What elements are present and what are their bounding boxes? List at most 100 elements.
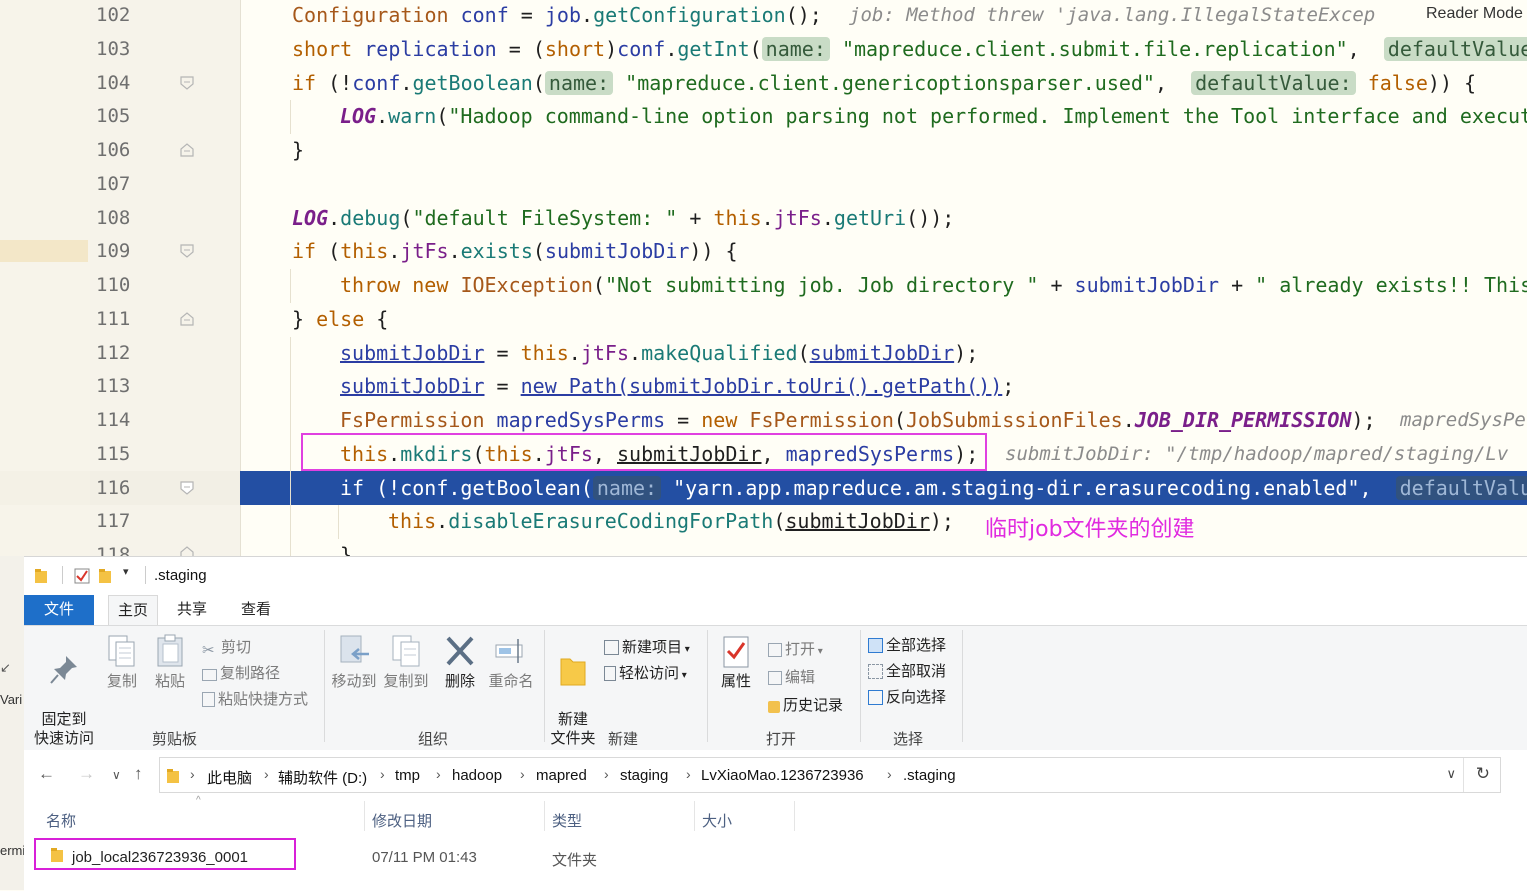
up-arrow-icon[interactable]: ↑ — [134, 764, 143, 784]
column-header-name[interactable]: 名称 — [46, 810, 76, 831]
line-number: 118 — [96, 544, 131, 556]
fold-collapse-icon[interactable] — [180, 244, 194, 258]
code-token: FsPermission — [749, 408, 894, 432]
delete-x-icon — [446, 636, 474, 666]
quick-access-dropdown-icon[interactable]: ▾ — [123, 565, 129, 578]
new-item-button[interactable]: 新建项目 ▾ — [604, 636, 690, 657]
code-line-114[interactable]: FsPermission mapredSysPerms = new FsPerm… — [340, 403, 1376, 437]
copy-button[interactable]: 复制 — [102, 634, 142, 691]
paste-button[interactable]: 粘贴 — [150, 634, 190, 691]
code-line-118[interactable]: } — [340, 538, 352, 556]
address-dropdown-chevron-icon[interactable]: ∨ — [1446, 766, 1456, 782]
select-all-button[interactable]: 全部选择 — [868, 634, 946, 655]
code-token: . — [568, 341, 581, 365]
chevron-right-icon: › — [264, 766, 269, 782]
file-name[interactable]: job_local236723936_0001 — [72, 849, 248, 866]
cut-button[interactable]: ✂ 剪切 — [202, 636, 251, 659]
tab-view[interactable]: 查看 — [236, 595, 276, 625]
inline-debug-value: job: Method threw 'java.lang.IllegalStat… — [849, 4, 1376, 26]
breadcrumb-staging[interactable]: staging — [620, 767, 668, 784]
edit-icon — [768, 671, 782, 685]
folder-icon — [35, 569, 47, 583]
invert-selection-button[interactable]: 反向选择 — [868, 686, 946, 707]
code-token: this — [520, 341, 569, 365]
fold-end-icon[interactable] — [180, 546, 194, 556]
chevron-right-icon: › — [887, 766, 892, 782]
breadcrumb-user-dir[interactable]: LvXiaoMao.1236723936 — [701, 767, 864, 784]
copy-to-button[interactable]: 复制到 — [382, 634, 430, 691]
breadcrumb-mapred[interactable]: mapred — [536, 767, 587, 784]
properties-icon — [723, 636, 749, 668]
tab-home[interactable]: 主页 — [108, 595, 158, 625]
param-hint: name: — [592, 476, 662, 500]
code-line-105[interactable]: LOG.warn("Hadoop command-line option par… — [340, 99, 1527, 133]
properties-check-icon[interactable] — [74, 568, 90, 584]
new-folder-button[interactable]: 新建 文件夹 — [548, 634, 598, 748]
code-line-113[interactable]: submitJobDir = new Path(submitJobDir.toU… — [340, 369, 1014, 403]
code-line-111[interactable]: } else { — [292, 302, 388, 336]
back-arrow-icon[interactable]: ← — [38, 764, 55, 784]
edit-button[interactable]: 编辑 — [768, 666, 815, 687]
new-folder-icon[interactable] — [98, 568, 112, 584]
code-line-110[interactable]: throw new IOException("Not submitting jo… — [340, 268, 1527, 302]
title-bar[interactable]: ▾ .staging — [24, 557, 1527, 595]
current-line-left-strip — [0, 471, 90, 505]
tab-file[interactable]: 文件 — [24, 595, 94, 625]
breadcrumb-tmp[interactable]: tmp — [395, 767, 420, 784]
code-line-106[interactable]: } — [292, 133, 304, 167]
code-token: , — [1347, 37, 1384, 61]
tab-share[interactable]: 共享 — [172, 595, 212, 625]
code-line-116[interactable]: if (!conf.getBoolean(name: "yarn.app.map… — [340, 471, 1527, 505]
code-line-104[interactable]: if (!conf.getBoolean(name: "mapreduce.cl… — [292, 66, 1476, 100]
select-none-label: 全部取消 — [886, 663, 947, 680]
pin-quick-access-button[interactable]: 固定到 快速访问 — [32, 634, 96, 748]
code-token: = ( — [496, 37, 545, 61]
panel-label: ermi — [0, 843, 24, 858]
properties-button[interactable]: 属性 — [714, 634, 758, 691]
history-button[interactable]: 历史记录 — [768, 694, 843, 715]
code-line-112[interactable]: submitJobDir = this.jtFs.makeQualified(s… — [340, 336, 978, 370]
code-line-102[interactable]: Configuration conf = job.getConfiguratio… — [292, 0, 822, 32]
breadcrumb-this-pc[interactable]: 此电脑 — [207, 767, 252, 788]
refresh-icon[interactable]: ↻ — [1476, 764, 1490, 784]
column-header-size[interactable]: 大小 — [702, 810, 732, 831]
fold-end-icon[interactable] — [180, 312, 194, 326]
fold-collapse-icon[interactable] — [180, 481, 194, 495]
forward-arrow-icon[interactable]: → — [78, 764, 95, 784]
code-token: jtFs — [400, 239, 449, 263]
delete-button[interactable]: 删除 — [440, 634, 480, 691]
recent-locations-chevron-icon[interactable]: ∨ — [112, 768, 121, 782]
column-header-date[interactable]: 修改日期 — [372, 810, 432, 831]
rename-button[interactable]: 重命名 — [486, 634, 536, 691]
address-bar[interactable]: › 此电脑 › 辅助软件 (D:) › tmp › hadoop › mapre… — [159, 757, 1501, 793]
code-line-103[interactable]: short replication = (short)conf.getInt(n… — [292, 32, 1527, 66]
code-token: ()); — [906, 206, 955, 230]
file-explorer-window[interactable]: ▾ .staging 文件 主页 共享 查看 固定到 快速访问 复制 粘贴 ✂ 剪… — [24, 556, 1527, 891]
code-token: new — [701, 408, 738, 432]
easy-access-button[interactable]: 轻松访问 ▾ — [604, 662, 687, 683]
code-line-117[interactable]: this.disableErasureCodingForPath(submitJ… — [388, 504, 954, 538]
folder-icon — [51, 848, 63, 862]
fold-end-icon[interactable] — [180, 143, 194, 157]
code-line-109[interactable]: if (this.jtFs.exists(submitJobDir)) { — [292, 234, 738, 268]
fold-collapse-icon[interactable] — [180, 76, 194, 90]
window-title: .staging — [154, 567, 207, 584]
code-token: . — [448, 239, 461, 263]
reader-mode-button[interactable]: Reader Mode — [1426, 5, 1523, 23]
move-to-button[interactable]: 移动到 — [330, 634, 378, 691]
code-line-108[interactable]: LOG.debug("default FileSystem: " + this.… — [292, 201, 954, 235]
code-editor[interactable]: 102 103 104 105 106 107 108 109 110 111 … — [0, 0, 1527, 556]
code-token: "mapreduce.client.submit.file.replicatio… — [841, 37, 1348, 61]
code-token: disableErasureCodingForPath — [448, 509, 774, 533]
file-date: 07/11 PM 01:43 — [372, 849, 477, 866]
breadcrumb-hadoop[interactable]: hadoop — [452, 767, 502, 784]
column-header-type[interactable]: 类型 — [552, 810, 582, 831]
code-token: submitJobDir — [340, 374, 485, 398]
paste-shortcut-button[interactable]: 粘贴快捷方式 — [202, 688, 308, 709]
breadcrumb-drive[interactable]: 辅助软件 (D:) — [278, 767, 367, 788]
copy-path-button[interactable]: 复制路径 — [202, 662, 280, 683]
open-button[interactable]: 打开 ▾ — [768, 638, 823, 659]
column-divider — [794, 801, 795, 831]
breadcrumb-current[interactable]: .staging — [903, 767, 956, 784]
select-none-button[interactable]: 全部取消 — [868, 660, 946, 681]
